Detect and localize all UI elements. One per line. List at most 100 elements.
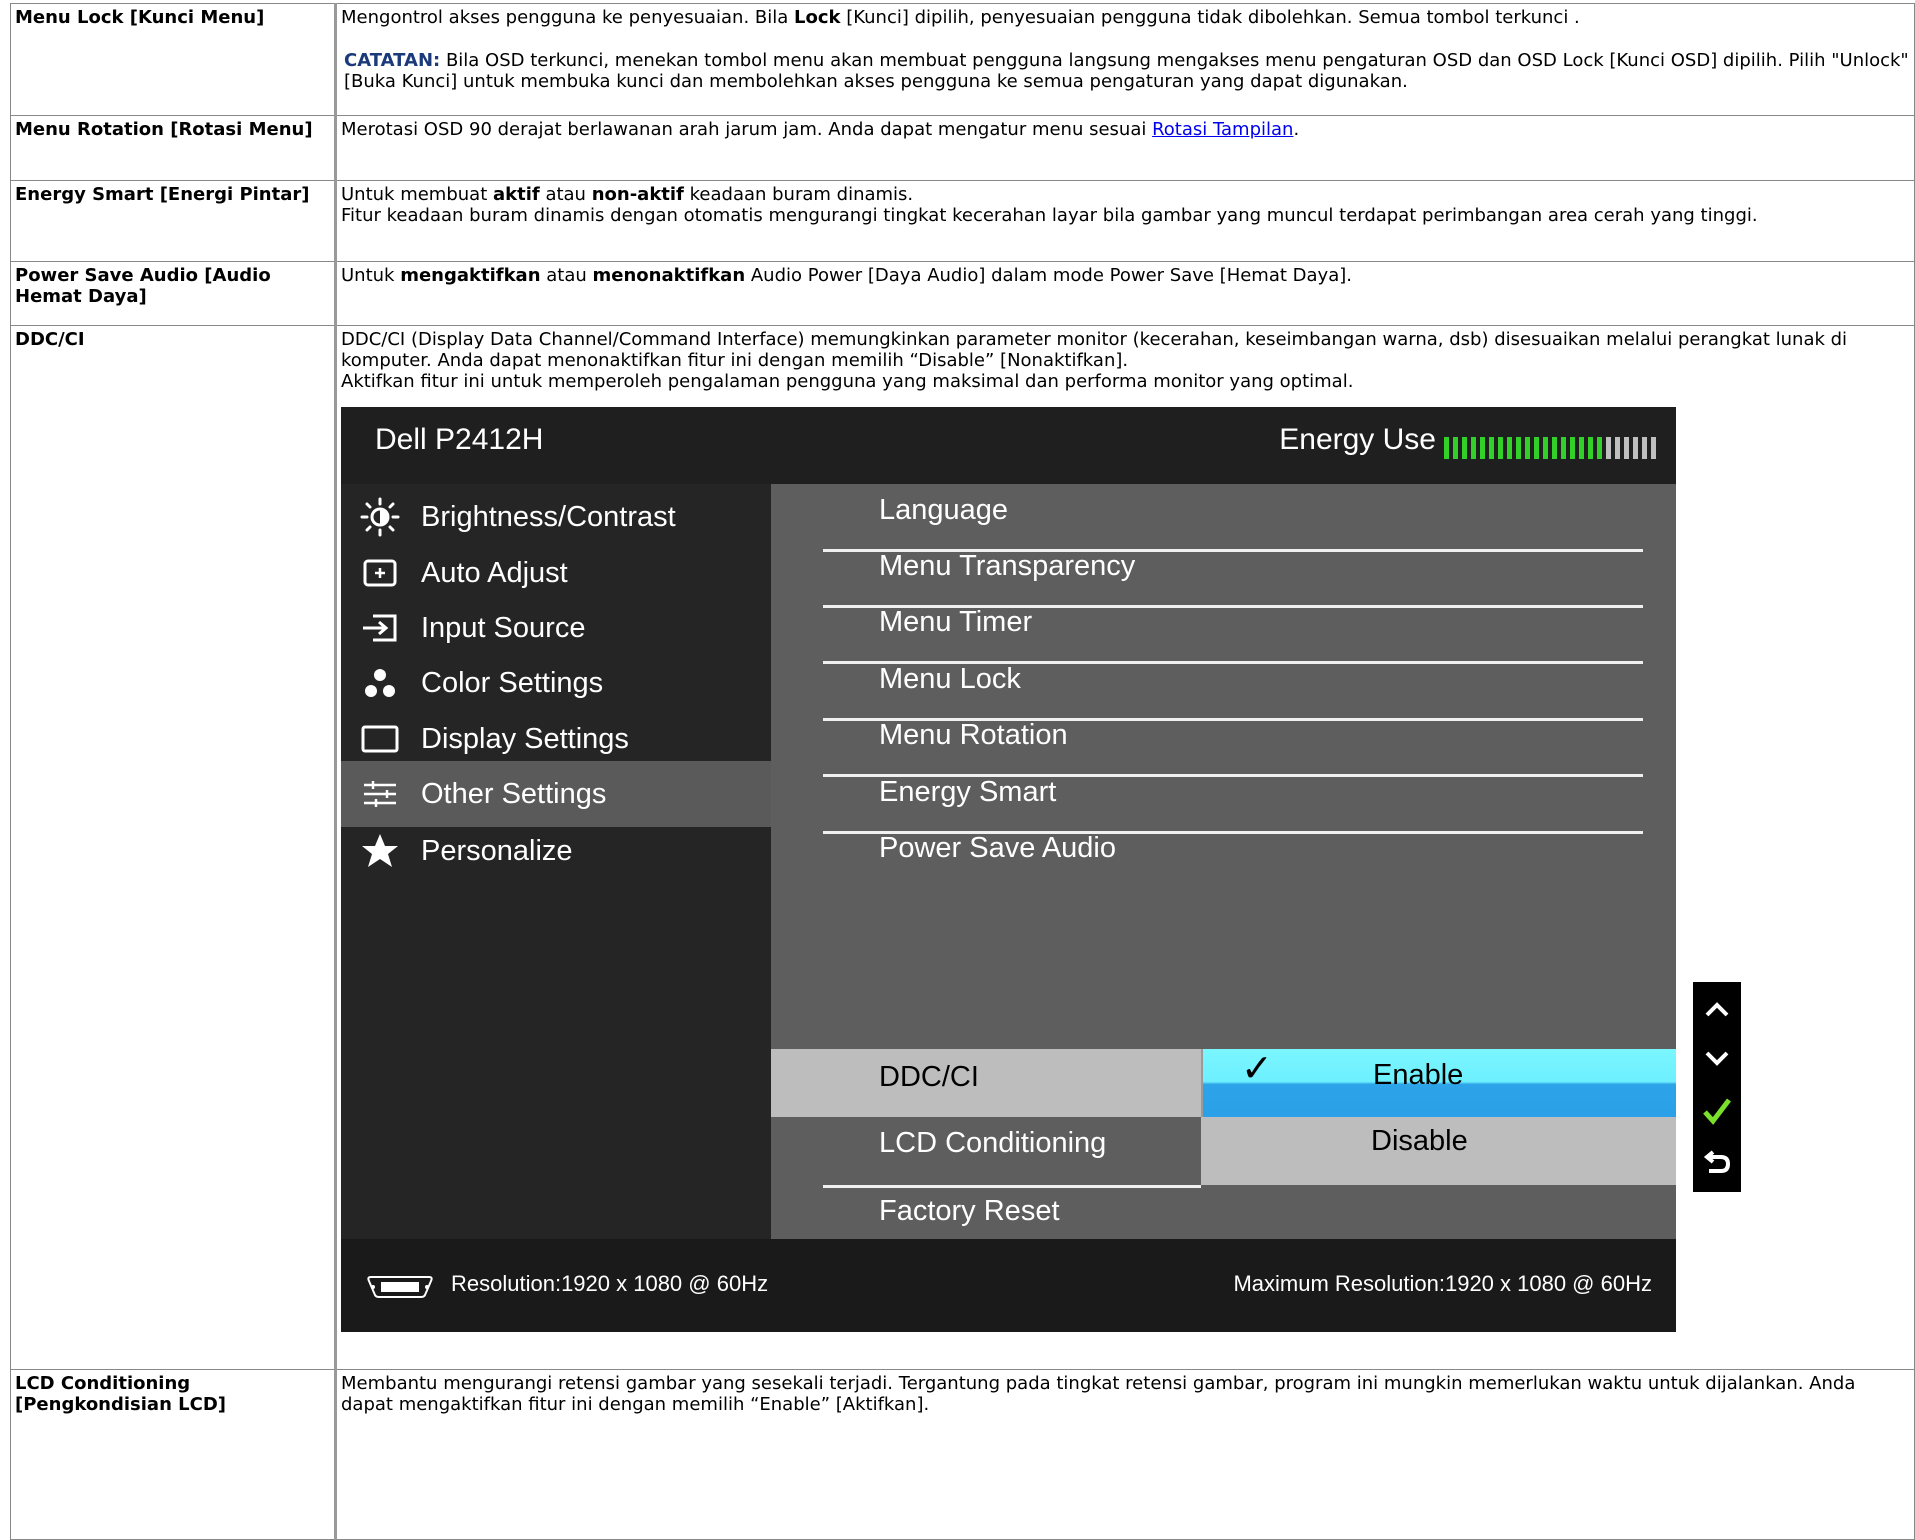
energy-bar xyxy=(1516,437,1521,459)
osd-main-menu: Brightness/Contrast Auto Adjust Input So… xyxy=(341,484,771,1239)
energy-bar xyxy=(1525,437,1530,459)
submenu-label: Menu Rotation xyxy=(879,719,1068,751)
energy-bar xyxy=(1462,437,1467,459)
submenu-label: Menu Transparency xyxy=(879,550,1136,582)
confirm-check-icon[interactable] xyxy=(1693,1086,1741,1136)
desc-text: atau xyxy=(539,184,592,205)
osd-item-label: Brightness/Contrast xyxy=(421,500,676,533)
option-label: Enable xyxy=(1373,1059,1464,1091)
settings-table: Menu Lock [Kunci Menu] Mengontrol akses … xyxy=(10,3,1915,1540)
osd-item-label: Color Settings xyxy=(421,666,604,699)
osd-nav-buttons xyxy=(1693,982,1741,1192)
energy-use-label: Energy Use xyxy=(1279,423,1436,456)
row-description: DDC/CI (Display Data Channel/Command Int… xyxy=(335,325,1915,1370)
up-arrow-icon[interactable] xyxy=(1693,984,1741,1034)
energy-bar xyxy=(1543,437,1548,459)
osd-footer: Resolution:1920 x 1080 @ 60Hz Maximum Re… xyxy=(341,1239,1676,1332)
row-ddcci: DDC/CI DDC/CI (Display Data Channel/Comm… xyxy=(10,325,1915,1370)
row-description: Untuk mengaktifkan atau menonaktifkan Au… xyxy=(335,261,1915,326)
submenu-label: Menu Lock xyxy=(879,663,1021,695)
row-menu-lock: Menu Lock [Kunci Menu] Mengontrol akses … xyxy=(10,3,1915,116)
desc-bold: Lock xyxy=(794,7,841,28)
energy-bar xyxy=(1480,437,1485,459)
energy-bar xyxy=(1552,437,1557,459)
vga-connector-icon xyxy=(365,1275,435,1304)
row-label: Energy Smart [Energi Pintar] xyxy=(10,180,337,262)
energy-bar xyxy=(1453,437,1458,459)
desc-text: DDC/CI (Display Data Channel/Command Int… xyxy=(341,329,1848,371)
submenu-label: DDC/CI xyxy=(879,1061,979,1093)
desc-bold: aktif xyxy=(492,184,540,205)
resolution-text: Resolution:1920 x 1080 @ 60Hz xyxy=(451,1271,769,1296)
submenu-label: LCD Conditioning xyxy=(879,1127,1107,1159)
energy-bar xyxy=(1561,437,1566,459)
energy-bar xyxy=(1444,437,1449,459)
row-description: Merotasi OSD 90 derajat berlawanan arah … xyxy=(335,115,1915,181)
osd-item-label: Auto Adjust xyxy=(421,556,568,589)
note-text: Bila OSD terkunci, menekan tombol menu a… xyxy=(344,50,1909,92)
input-source-icon xyxy=(345,612,415,644)
row-lcd-conditioning: LCD Conditioning [Pengkondisian LCD] Mem… xyxy=(10,1369,1915,1540)
desc-text: Aktifkan fitur ini untuk memperoleh peng… xyxy=(341,371,1354,392)
brightness-icon xyxy=(345,497,415,537)
desc-bold: non-aktif xyxy=(591,184,684,205)
row-energy-smart: Energy Smart [Energi Pintar] Untuk membu… xyxy=(10,180,1915,262)
osd-screenshot: Dell P2412H Energy Use Brightness/Contra… xyxy=(341,407,1771,1332)
max-resolution-text: Maximum Resolution:1920 x 1080 @ 60Hz xyxy=(1233,1271,1652,1296)
row-description: Membantu mengurangi retensi gambar yang … xyxy=(335,1369,1915,1540)
energy-bar xyxy=(1579,437,1584,459)
energy-use-meter xyxy=(1444,437,1656,459)
energy-bar xyxy=(1498,437,1503,459)
energy-bar xyxy=(1624,437,1629,459)
row-label: LCD Conditioning [Pengkondisian LCD] xyxy=(10,1369,337,1540)
desc-text: keadaan buram dinamis. xyxy=(683,184,914,205)
osd-item-label: Personalize xyxy=(421,834,573,867)
down-arrow-icon[interactable] xyxy=(1693,1034,1741,1084)
submenu-label: Factory Reset xyxy=(879,1195,1060,1227)
star-icon xyxy=(345,833,415,869)
submenu-label: Power Save Audio xyxy=(879,832,1116,864)
row-menu-rotation: Menu Rotation [Rotasi Menu] Merotasi OSD… xyxy=(10,115,1915,181)
energy-bar xyxy=(1642,437,1647,459)
display-settings-icon xyxy=(345,724,415,754)
energy-bar xyxy=(1597,437,1602,459)
osd-title-bar: Dell P2412H Energy Use xyxy=(341,407,1676,484)
osd-item-personalize[interactable]: Personalize xyxy=(341,818,771,884)
desc-text: Fitur keadaan buram dinamis dengan otoma… xyxy=(341,205,1758,226)
desc-text: Mengontrol akses pengguna ke penyesuaian… xyxy=(341,7,795,28)
energy-bar xyxy=(1507,437,1512,459)
energy-bar xyxy=(1489,437,1494,459)
desc-text: . xyxy=(1293,119,1300,140)
row-label: DDC/CI xyxy=(10,325,337,1370)
checkmark-icon: ✓ xyxy=(1241,1048,1273,1090)
submenu-label: Language xyxy=(879,494,1009,526)
energy-bar xyxy=(1651,437,1656,459)
color-settings-icon xyxy=(345,666,415,700)
row-description: Untuk membuat aktif atau non-aktif keada… xyxy=(335,180,1915,262)
desc-text: Untuk xyxy=(341,265,401,286)
option-disable[interactable]: Disable xyxy=(1201,1117,1676,1185)
row-description: Mengontrol akses pengguna ke penyesuaian… xyxy=(335,3,1915,116)
option-label: Disable xyxy=(1371,1125,1468,1157)
desc-text: atau xyxy=(540,265,593,286)
submenu-item-ddcci[interactable]: DDC/CI xyxy=(771,1049,1201,1117)
submenu-item-lcd-conditioning[interactable]: LCD Conditioning xyxy=(771,1117,1201,1188)
submenu-item[interactable]: Power Save Audio xyxy=(823,822,1643,890)
rotation-link[interactable]: Rotasi Tampilan xyxy=(1152,119,1293,140)
row-label: Menu Lock [Kunci Menu] xyxy=(10,3,337,116)
osd-menu: Dell P2412H Energy Use Brightness/Contra… xyxy=(341,407,1676,1332)
energy-bar xyxy=(1615,437,1620,459)
row-label: Menu Rotation [Rotasi Menu] xyxy=(10,115,337,181)
row-label: Power Save Audio [Audio Hemat Daya] xyxy=(10,261,337,326)
energy-bar xyxy=(1606,437,1611,459)
osd-submenu: Language Menu Transparency Menu Timer Me… xyxy=(771,484,1676,1253)
energy-bar xyxy=(1570,437,1575,459)
energy-bar xyxy=(1534,437,1539,459)
desc-text: Merotasi OSD 90 derajat berlawanan arah … xyxy=(341,119,1153,140)
row-power-save-audio: Power Save Audio [Audio Hemat Daya] Untu… xyxy=(10,261,1915,326)
desc-text: [Kunci] dipilih, penyesuaian pengguna ti… xyxy=(840,7,1580,28)
note-label: CATATAN: xyxy=(344,50,441,71)
back-icon[interactable] xyxy=(1693,1138,1741,1188)
note: CATATAN: Bila OSD terkunci, menekan tomb… xyxy=(341,50,1910,92)
option-enable[interactable]: ✓ Enable xyxy=(1201,1049,1676,1117)
